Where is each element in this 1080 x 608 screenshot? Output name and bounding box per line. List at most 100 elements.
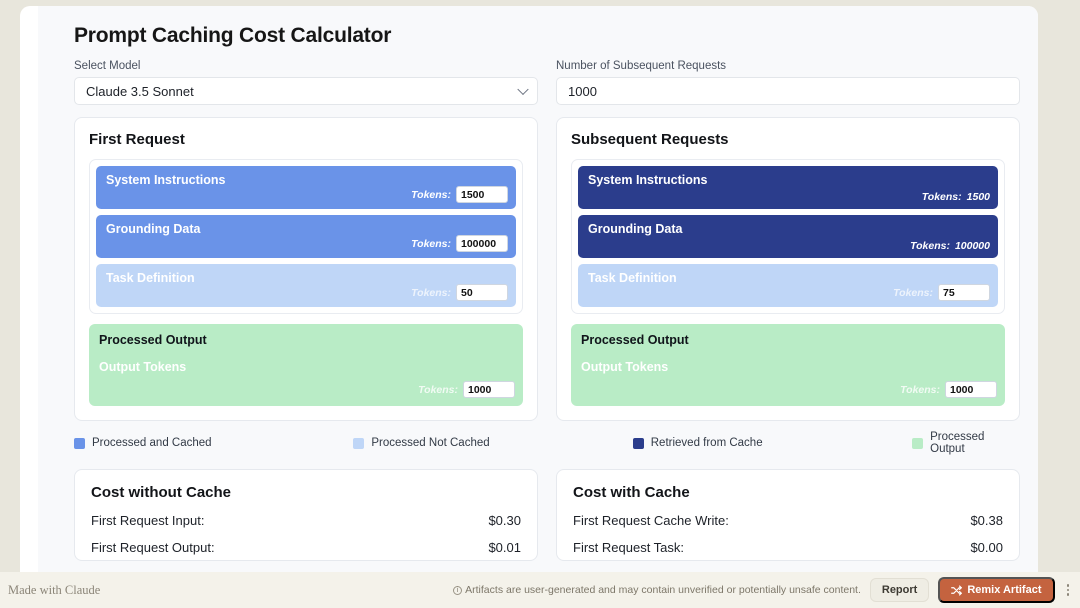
token-row-label: System Instructions <box>588 173 708 187</box>
output-tokens-label: Output Tokens <box>581 360 669 374</box>
tokens-value: 100000 <box>954 240 990 252</box>
token-amount: Tokens: 1500 <box>922 191 990 203</box>
legend: Processed and Cached Processed Not Cache… <box>38 421 1038 455</box>
output-token-amount: Tokens: 1000 <box>418 381 515 398</box>
legend-label: Processed and Cached <box>92 437 212 449</box>
processed-output-heading: Processed Output <box>581 333 689 347</box>
legend-swatch-icon <box>74 437 85 449</box>
subsequent-requests-heading: Subsequent Requests <box>571 131 729 148</box>
tokens-caption: Tokens: <box>921 191 962 203</box>
token-row[interactable]: System Instructions Tokens: 1500 <box>578 166 998 209</box>
cost-row: First Request Task: $0.00 <box>573 540 1003 555</box>
legend-item: Processed and Cached <box>74 431 353 455</box>
made-with-claude-label: Made with Claude <box>8 582 101 597</box>
remix-artifact-label: Remix Artifact <box>967 584 1042 596</box>
tokens-input[interactable]: 75 <box>938 284 990 301</box>
output-tokens-label: Output Tokens <box>99 360 187 374</box>
kebab-menu-icon[interactable] <box>1064 584 1073 596</box>
token-row-label: System Instructions <box>106 173 226 187</box>
page-title: Prompt Caching Cost Calculator <box>74 24 392 47</box>
legend-swatch-icon <box>632 437 644 449</box>
token-row-label: Task Definition <box>106 271 195 285</box>
token-amount: Tokens: 75 <box>893 284 990 301</box>
token-row-label: Task Definition <box>588 271 677 285</box>
first-request-card: First Request System Instructions Tokens… <box>74 117 538 421</box>
model-field: Select Model Claude 3.5 Sonnet <box>74 60 538 105</box>
cost-row: First Request Input: $0.30 <box>91 513 521 528</box>
cost-row-label: First Request Task: <box>573 540 685 555</box>
cost-with-cache-card: Cost with Cache First Request Cache Writ… <box>556 469 1020 561</box>
cost-with-cache-heading: Cost with Cache <box>573 484 690 501</box>
output-token-amount: Tokens: 1000 <box>900 381 997 398</box>
tokens-value: 1500 <box>966 191 990 203</box>
cost-row: First Request Cache Write: $0.38 <box>573 513 1003 528</box>
cost-row: First Request Output: $0.01 <box>91 540 521 555</box>
tokens-caption: Tokens: <box>900 383 940 396</box>
cost-row-value: $0.30 <box>488 513 521 528</box>
shuffle-icon <box>951 584 963 596</box>
legend-item: Processed Output <box>912 431 1020 455</box>
artifact-footer: Made with Claude i Artifacts are user-ge… <box>0 572 1080 608</box>
first-request-heading: First Request <box>89 131 185 148</box>
model-label: Select Model <box>74 60 141 72</box>
tokens-input[interactable]: 100000 <box>456 235 508 252</box>
tokens-caption: Tokens: <box>411 188 451 201</box>
chevron-down-icon <box>517 83 529 96</box>
token-amount: Tokens: 100000 <box>411 235 508 252</box>
cost-cards: Cost without Cache First Request Input: … <box>38 455 1038 561</box>
tokens-caption: Tokens: <box>411 237 451 250</box>
first-request-rows: System Instructions Tokens: 1500 Groundi… <box>89 159 523 314</box>
token-row[interactable]: Grounding Data Tokens: 100000 <box>578 215 998 258</box>
tokens-caption: Tokens: <box>418 383 458 396</box>
info-icon: i <box>453 585 463 595</box>
footer-actions: i Artifacts are user-generated and may c… <box>453 577 1080 603</box>
cost-row-value: $0.00 <box>970 540 1003 555</box>
request-cards: First Request System Instructions Tokens… <box>38 105 1038 421</box>
remix-artifact-button[interactable]: Remix Artifact <box>938 577 1055 603</box>
token-amount: Tokens: 50 <box>411 284 508 301</box>
processed-output-box: Processed Output Output Tokens Tokens: 1… <box>89 324 523 406</box>
legend-label: Processed Not Cached <box>371 437 490 449</box>
artifact-panel: Prompt Caching Cost Calculator Select Mo… <box>20 6 1038 572</box>
cost-row-label: First Request Output: <box>91 540 215 555</box>
token-row-label: Grounding Data <box>106 222 201 236</box>
tokens-caption: Tokens: <box>411 286 451 299</box>
cost-row-value: $0.01 <box>488 540 521 555</box>
controls-row: Select Model Claude 3.5 Sonnet Number of… <box>38 48 1038 105</box>
tokens-input[interactable]: 1000 <box>945 381 997 398</box>
legend-item: Retrieved from Cache <box>632 431 912 455</box>
cost-row-label: First Request Cache Write: <box>573 513 729 528</box>
legend-item: Processed Not Cached <box>353 431 632 455</box>
processed-output-box: Processed Output Output Tokens Tokens: 1… <box>571 324 1005 406</box>
cost-without-cache-card: Cost without Cache First Request Input: … <box>74 469 538 561</box>
tokens-input[interactable]: 1000 <box>463 381 515 398</box>
token-amount: Tokens: 1500 <box>411 186 508 203</box>
cost-row-value: $0.38 <box>970 513 1003 528</box>
requests-field: Number of Subsequent Requests 1000 <box>556 60 1020 105</box>
token-row[interactable]: System Instructions Tokens: 1500 <box>96 166 516 209</box>
artifact-content: Prompt Caching Cost Calculator Select Mo… <box>38 6 1038 572</box>
model-select-value: Claude 3.5 Sonnet <box>86 83 194 99</box>
tokens-input[interactable]: 50 <box>456 284 508 301</box>
disclaimer-text: Artifacts are user-generated and may con… <box>465 584 861 596</box>
legend-label: Retrieved from Cache <box>650 437 763 449</box>
processed-output-heading: Processed Output <box>99 333 207 347</box>
requests-label: Number of Subsequent Requests <box>556 60 727 72</box>
requests-input[interactable]: 1000 <box>556 77 1020 105</box>
legend-label: Processed Output <box>930 431 985 455</box>
tokens-input[interactable]: 1500 <box>456 186 508 203</box>
requests-input-value: 1000 <box>568 83 597 99</box>
cost-without-cache-heading: Cost without Cache <box>91 484 232 501</box>
legend-swatch-icon <box>353 437 365 449</box>
tokens-caption: Tokens: <box>910 240 950 252</box>
report-button[interactable]: Report <box>869 578 930 602</box>
token-row[interactable]: Task Definition Tokens: 75 <box>578 264 998 307</box>
token-row[interactable]: Grounding Data Tokens: 100000 <box>96 215 516 258</box>
cost-row-label: First Request Input: <box>91 513 205 528</box>
subsequent-request-rows: System Instructions Tokens: 1500 Groundi… <box>571 159 1005 314</box>
token-row[interactable]: Task Definition Tokens: 50 <box>96 264 516 307</box>
tokens-caption: Tokens: <box>893 286 933 299</box>
model-select[interactable]: Claude 3.5 Sonnet <box>74 77 538 105</box>
artifact-disclaimer: i Artifacts are user-generated and may c… <box>453 584 861 596</box>
artifact-viewport: Prompt Caching Cost Calculator Select Mo… <box>0 0 1080 608</box>
